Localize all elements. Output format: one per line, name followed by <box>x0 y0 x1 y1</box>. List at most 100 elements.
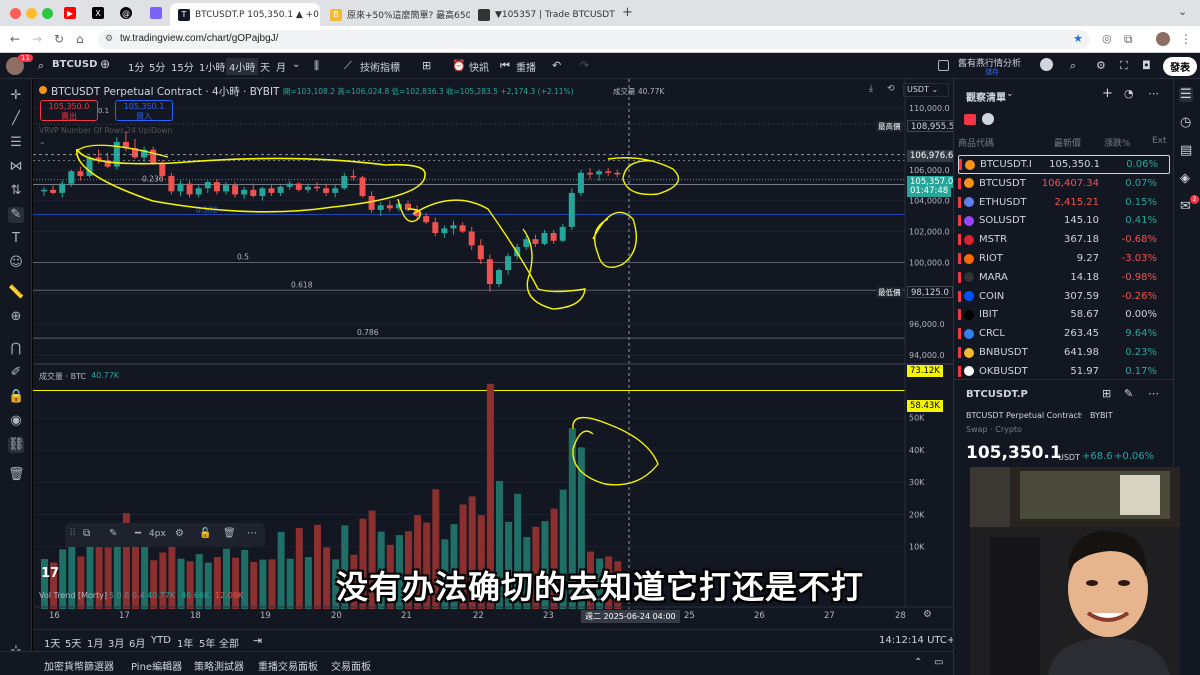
tab-list-icon[interactable]: ⌄ <box>1178 5 1187 18</box>
interval-1h[interactable]: 1小時 <box>199 59 225 74</box>
collapse-legend-icon[interactable]: ⌃ <box>39 141 46 150</box>
footer-crypto-screener[interactable]: 加密貨幣篩選器 <box>44 658 114 673</box>
watchlist-row[interactable]: BTCUSDT.I 105,350.1 0.06% <box>958 155 1170 174</box>
back-icon[interactable]: ← <box>10 32 20 46</box>
panel-collapse-icon[interactable]: ⌃ <box>914 657 922 668</box>
indicators-icon[interactable]: ⟋ <box>344 59 352 73</box>
quick-search-icon[interactable]: ⌕ <box>1070 59 1076 73</box>
range-1d[interactable]: 1天 <box>44 635 60 650</box>
watchlist-row[interactable]: COIN 307.59 -0.26% <box>958 287 1170 306</box>
interval-1mo[interactable]: 月 <box>276 59 286 74</box>
ruler-tool-icon[interactable]: 📏 <box>8 285 24 301</box>
interval-1m[interactable]: 1分 <box>128 59 144 74</box>
interval-1d[interactable]: 天 <box>260 59 270 74</box>
col-change[interactable]: 漲跌% <box>1104 136 1131 149</box>
visibility-eye-icon[interactable]: ◉ <box>8 413 24 429</box>
symbol-search[interactable]: BTCUSD <box>52 59 97 70</box>
tab-trade[interactable]: ▼105357 | Trade BTCUSDT <box>470 3 618 26</box>
watchlist-settings-icon[interactable]: ◔ <box>1124 87 1134 100</box>
row-flag-icon[interactable] <box>958 328 961 340</box>
settings-gear-icon[interactable]: ⚙ <box>1096 59 1106 72</box>
search-icon[interactable]: ⌕ <box>38 59 44 73</box>
link-tool-icon[interactable]: ⛓ <box>8 437 25 453</box>
row-flag-icon[interactable] <box>958 290 961 302</box>
emoji-tool-icon[interactable]: ☺ <box>8 255 24 271</box>
more-icon[interactable]: ⋯ <box>247 528 257 539</box>
pattern-tool-icon[interactable]: ⋈ <box>8 159 24 175</box>
compare-add-icon[interactable]: ⊕ <box>100 57 110 71</box>
vrvp-indicator-label[interactable]: VRVP Number Of Rows 24 Up/Down <box>39 126 172 135</box>
youtube-tab-icon[interactable]: ▶ <box>64 7 76 19</box>
close-window-icon[interactable] <box>10 8 21 19</box>
watchlist-icon[interactable]: ☰ <box>1179 87 1193 102</box>
layers-icon[interactable]: ◈ <box>1180 171 1190 186</box>
site-info-icon[interactable]: ⚙ <box>105 33 113 44</box>
range-1y[interactable]: 1年 <box>177 635 193 650</box>
watchlist-more-icon[interactable]: ⋯ <box>1148 87 1159 100</box>
price-chart[interactable]: 110,000.0 106,000.0 104,000.0 102,000.0 100,… <box>33 79 959 629</box>
detail-symbol[interactable]: BTCUSDT.P <box>966 389 1028 400</box>
footer-trading-panel[interactable]: 交易面板 <box>331 658 371 673</box>
footer-strategy-tester[interactable]: 策略測試器 <box>194 658 244 673</box>
row-flag-icon[interactable] <box>958 347 961 358</box>
range-ytd[interactable]: YTD <box>151 635 171 646</box>
chart-symbol-title[interactable]: BTCUSDT Perpetual Contract · 4小時 · BYBIT <box>51 84 279 99</box>
watchlist-row[interactable]: MSTR 367.18 -0.68% <box>958 230 1170 249</box>
tab-tradingview[interactable]: T BTCUSDT.P 105,350.1 ▲ +0.0 ✕ <box>170 3 320 26</box>
interval-4h[interactable]: 4小時 <box>226 58 259 75</box>
red-flag-icon[interactable] <box>964 114 976 125</box>
magnet-tool-icon[interactable]: ⋂ <box>8 341 24 357</box>
home-icon[interactable]: ⌂ <box>76 32 84 46</box>
interval-dropdown-icon[interactable]: ⌄ <box>292 59 300 70</box>
lock-icon[interactable]: 🔓 <box>199 528 211 539</box>
alert-clock-icon[interactable]: ⏰ <box>452 59 466 72</box>
detail-edit-icon[interactable]: ✎ <box>1124 387 1133 400</box>
undo-icon[interactable]: ↶ <box>552 59 561 72</box>
watchlist-row[interactable]: IBIT 58.67 0.00% <box>958 305 1170 324</box>
line-width-value[interactable]: 4px <box>149 529 166 539</box>
minimize-window-icon[interactable] <box>26 8 37 19</box>
watchlist-row[interactable]: BTCUSDT 106,407.34 0.07% <box>958 174 1170 193</box>
add-symbol-icon[interactable]: + <box>1102 86 1113 101</box>
range-all[interactable]: 全部 <box>219 635 239 650</box>
text-tool-icon[interactable]: T <box>8 231 24 247</box>
watchlist-row[interactable]: CRCL 263.45 9.64% <box>958 324 1170 343</box>
x-tab-icon[interactable]: X <box>92 7 104 19</box>
row-flag-icon[interactable] <box>958 309 961 321</box>
external-link-icon[interactable]: ↗ <box>1076 411 1083 420</box>
trash-tool-icon[interactable]: 🗑 <box>8 467 25 483</box>
layout-grid-icon[interactable]: ⊞ <box>422 59 431 72</box>
row-flag-icon[interactable] <box>958 365 961 377</box>
watchlist-row[interactable]: BNBUSDT 641.98 0.23% <box>958 343 1170 362</box>
range-5y[interactable]: 5年 <box>199 635 215 650</box>
watchlist-row[interactable]: MARA 14.18 -0.98% <box>958 268 1170 287</box>
alerts-clock-icon[interactable]: ◷ <box>1180 115 1191 130</box>
detail-layout-icon[interactable]: ⊞ <box>1102 387 1111 400</box>
scroll-down-icon[interactable]: ⤓ <box>869 84 873 94</box>
chat-icon[interactable]: ✉ <box>1180 199 1191 214</box>
reload-icon[interactable]: ↻ <box>54 32 64 46</box>
replay-icon[interactable]: ⏮ <box>500 59 510 73</box>
alert-button[interactable]: 快訊 <box>469 59 489 74</box>
interval-15m[interactable]: 15分 <box>171 59 194 74</box>
row-flag-icon[interactable] <box>959 159 962 170</box>
watchlist-row[interactable]: SOLUSDT 145.10 0.41% <box>958 211 1170 230</box>
zoom-in-tool-icon[interactable]: ⊕ <box>8 309 24 325</box>
extensions-puzzle-icon[interactable]: ⧉ <box>1124 32 1133 47</box>
settings-icon[interactable]: ⚙ <box>175 528 184 539</box>
row-flag-icon[interactable] <box>958 234 961 246</box>
fullscreen-icon[interactable]: ⛶ <box>1120 59 1128 73</box>
new-tab-icon[interactable]: + <box>622 5 633 20</box>
clock-timezone[interactable]: 14:12:14 UTC+8 <box>879 635 962 646</box>
watchlist-row[interactable]: RIOT 9.27 -3.03% <box>958 249 1170 268</box>
indicators-button[interactable]: 技術指標 <box>360 59 400 74</box>
drag-handle-icon[interactable]: ⠿ <box>69 528 76 539</box>
axis-settings-icon[interactable]: ⚙ <box>923 609 932 620</box>
vol-trend-label[interactable]: Vol Trend [Morty] <box>39 591 107 600</box>
footer-pine-editor[interactable]: Pine編輯器 <box>131 658 182 673</box>
threads-tab-icon[interactable]: @ <box>120 7 132 19</box>
row-flag-icon[interactable] <box>958 196 961 208</box>
data-window-icon[interactable]: ▤ <box>1180 143 1192 158</box>
row-flag-icon[interactable] <box>958 253 961 264</box>
candle-style-icon[interactable]: ⫼ <box>314 59 319 73</box>
